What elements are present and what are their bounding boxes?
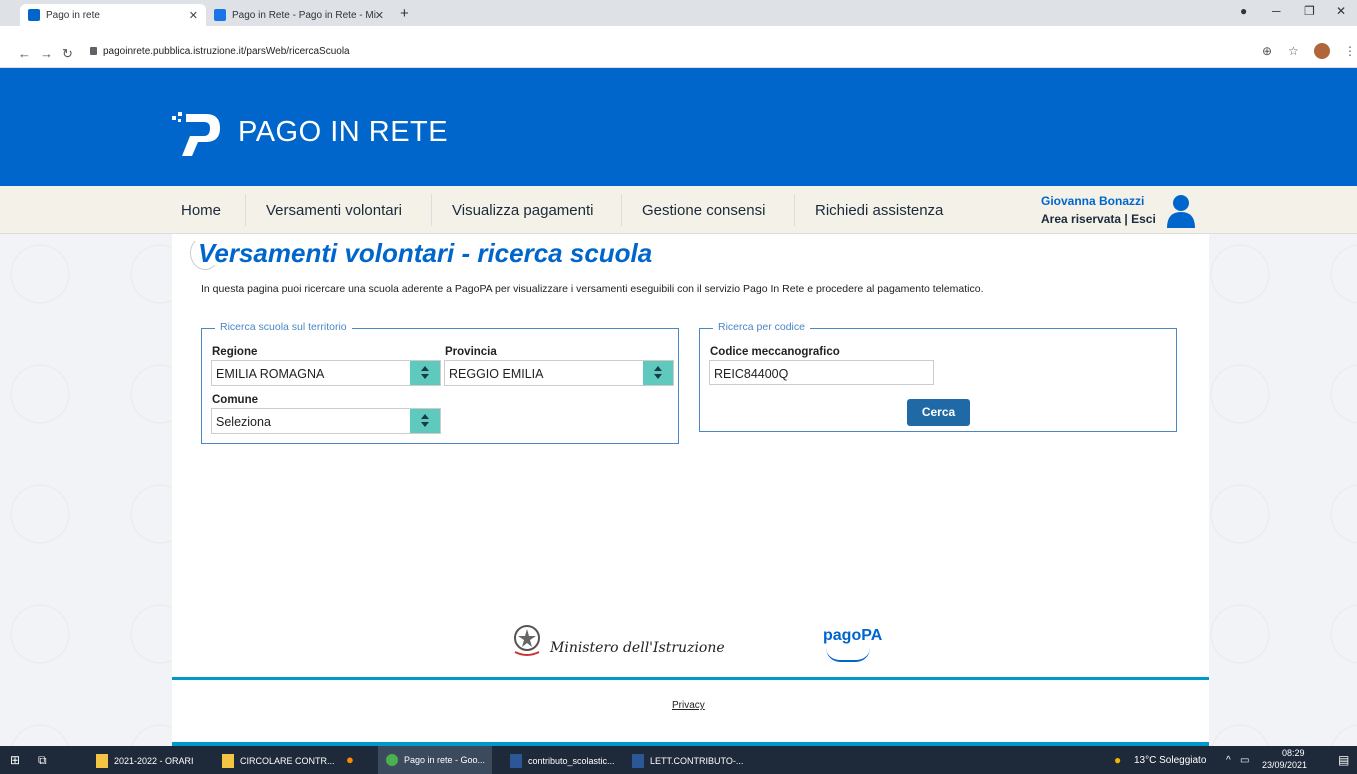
taskbar-label: LETT.CONTRIBUTO-...: [650, 756, 744, 766]
word-icon: [510, 754, 522, 768]
cerca-button[interactable]: Cerca: [907, 399, 970, 426]
nav-divider: [431, 194, 432, 226]
forward-icon[interactable]: →: [40, 46, 53, 61]
taskbar-item-word-lettera[interactable]: LETT.CONTRIBUTO-...: [632, 754, 743, 768]
user-name: Giovanna Bonazzi: [1041, 194, 1145, 208]
nav-divider: [794, 194, 795, 226]
pago-in-rete-logo-icon: [172, 112, 220, 156]
nav-divider: [621, 194, 622, 226]
taskbar-item-chrome[interactable]: Pago in rete - Goo...: [386, 754, 485, 766]
user-links-separator: |: [1124, 212, 1128, 226]
nav-home[interactable]: Home: [181, 202, 221, 219]
italian-republic-emblem-icon: [514, 625, 540, 656]
word-icon: [632, 754, 644, 768]
notifications-icon[interactable]: ▤: [1338, 753, 1349, 767]
close-tab-icon[interactable]: ✕: [189, 9, 198, 22]
minimize-icon[interactable]: ─: [1272, 4, 1281, 18]
url-field[interactable]: pagoinrete.pubblica.istruzione.it/parsWe…: [90, 46, 350, 57]
codice-legend: Ricerca per codice: [713, 321, 810, 333]
provincia-value: REGGIO EMILIA: [449, 367, 544, 381]
bookmark-star-icon[interactable]: ☆: [1288, 44, 1299, 58]
taskbar-label: contributo_scolastic...: [528, 756, 615, 766]
regione-label: Regione: [212, 346, 258, 358]
user-links: Area riservata | Esci: [1041, 212, 1156, 226]
new-tab-icon[interactable]: +: [400, 5, 409, 22]
windows-taskbar: ⊞ ⧉ 2021-2022 - ORARI CIRCOLARE CONTR...…: [0, 746, 1357, 774]
brand-title: PAGO IN RETE: [238, 116, 449, 148]
codice-value: REIC84400Q: [714, 367, 789, 381]
taskbar-item-orari[interactable]: 2021-2022 - ORARI: [96, 754, 194, 768]
codice-meccanografico-input[interactable]: REIC84400Q: [709, 360, 934, 385]
page-intro: In questa pagina puoi ricercare una scuo…: [201, 283, 984, 295]
select-arrows-icon: [643, 361, 673, 385]
taskbar-label: CIRCOLARE CONTR...: [240, 756, 335, 766]
regione-select[interactable]: EMILIA ROMAGNA: [211, 360, 441, 386]
clock-date[interactable]: 23/09/2021: [1262, 760, 1307, 770]
privacy-link[interactable]: Privacy: [672, 700, 705, 711]
comune-label: Comune: [212, 394, 258, 406]
close-window-icon[interactable]: ✕: [1336, 4, 1346, 18]
provincia-label: Provincia: [445, 346, 497, 358]
select-arrows-icon: [410, 361, 440, 385]
tab-title: Pago in Rete - Pago in Rete - Mi: [232, 9, 376, 21]
territorio-legend: Ricerca scuola sul territorio: [215, 321, 352, 333]
windows-start-icon[interactable]: ⊞: [10, 753, 20, 767]
ministero-logo-text: Ministero dell'Istruzione: [550, 640, 725, 656]
taskbar-item-word-contributo[interactable]: contributo_scolastic...: [510, 754, 615, 768]
back-icon[interactable]: ←: [18, 46, 31, 61]
content-panel: [172, 234, 1209, 746]
pagoinrete-favicon-icon: [28, 9, 40, 21]
lock-icon: [90, 47, 97, 55]
url-text: pagoinrete.pubblica.istruzione.it/parsWe…: [103, 46, 350, 57]
chrome-icon: [386, 754, 398, 766]
browser-tab-pago-in-rete-mi[interactable]: Pago in Rete - Pago in Rete - Mi ✕: [206, 4, 392, 26]
user-avatar-icon[interactable]: [1166, 194, 1196, 228]
globe-favicon-icon: [214, 9, 226, 21]
footer-divider: [172, 677, 1209, 680]
comune-value: Seleziona: [216, 415, 271, 429]
profile-dot-icon[interactable]: ●: [1240, 4, 1247, 18]
nav-richiedi-assistenza[interactable]: Richiedi assistenza: [815, 202, 943, 219]
area-riservata-link[interactable]: Area riservata: [1041, 212, 1121, 226]
nav-gestione-consensi[interactable]: Gestione consensi: [642, 202, 765, 219]
codice-label: Codice meccanografico: [710, 346, 840, 358]
close-tab-icon[interactable]: ✕: [375, 9, 384, 22]
network-icon[interactable]: ▭: [1240, 755, 1249, 766]
browser-tab-bar: Pago in rete ✕ Pago in Rete - Pago in Re…: [0, 0, 1357, 26]
firefox-icon[interactable]: ●: [346, 752, 354, 767]
page-title: Versamenti volontari - ricerca scuola: [198, 238, 653, 268]
taskbar-item-circolare[interactable]: CIRCOLARE CONTR...: [222, 754, 335, 768]
provincia-select[interactable]: REGGIO EMILIA: [444, 360, 674, 386]
folder-icon: [222, 754, 234, 768]
pagopa-logo-text: pagoPA: [823, 627, 883, 644]
select-arrows-icon: [410, 409, 440, 433]
taskbar-label: Pago in rete - Goo...: [404, 755, 486, 765]
reload-icon[interactable]: ↻: [62, 46, 73, 62]
nav-divider: [245, 194, 246, 226]
menu-dots-icon[interactable]: ⋮: [1344, 44, 1356, 58]
browser-tab-pago-in-rete[interactable]: Pago in rete ✕: [20, 4, 206, 26]
logout-link[interactable]: Esci: [1131, 212, 1156, 226]
regione-value: EMILIA ROMAGNA: [216, 367, 325, 381]
task-view-icon[interactable]: ⧉: [38, 753, 47, 768]
restore-icon[interactable]: ❐: [1304, 4, 1315, 18]
weather-text[interactable]: 13°C Soleggiato: [1134, 755, 1206, 766]
profile-avatar[interactable]: [1314, 43, 1330, 59]
tray-chevron-icon[interactable]: ^: [1226, 755, 1231, 766]
nav-versamenti-volontari[interactable]: Versamenti volontari: [266, 202, 402, 219]
clock-time[interactable]: 08:29: [1282, 748, 1305, 758]
taskbar-label: 2021-2022 - ORARI: [114, 756, 194, 766]
zoom-icon[interactable]: ⊕: [1262, 44, 1272, 58]
nav-visualizza-pagamenti[interactable]: Visualizza pagamenti: [452, 202, 593, 219]
folder-icon: [96, 754, 108, 768]
tab-title: Pago in rete: [46, 9, 100, 21]
main-nav: Home Versamenti volontari Visualizza pag…: [0, 186, 1357, 234]
sun-icon: ●: [1114, 753, 1122, 767]
comune-select[interactable]: Seleziona: [211, 408, 441, 434]
address-bar: ← → ↻ pagoinrete.pubblica.istruzione.it/…: [0, 26, 1357, 68]
